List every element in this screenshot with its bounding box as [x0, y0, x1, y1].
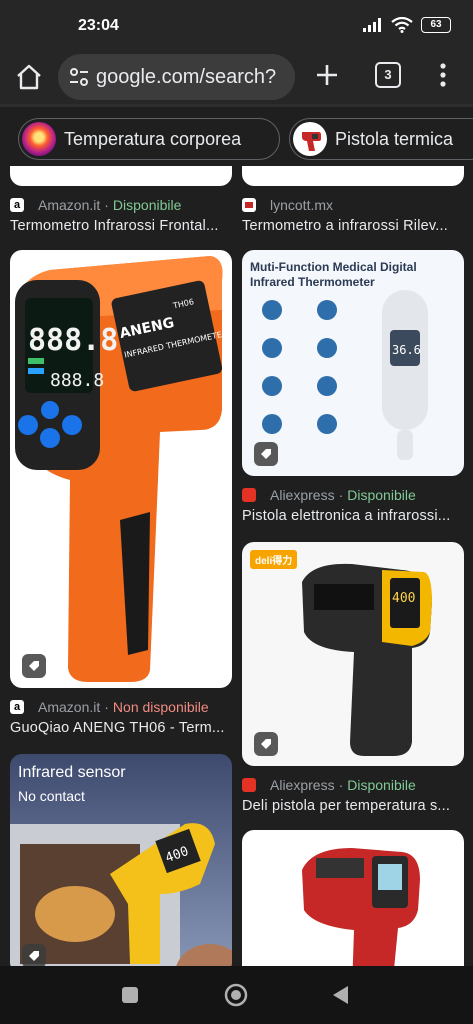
- result-image-2[interactable]: [242, 166, 464, 186]
- toolbar-divider: [0, 104, 473, 107]
- medical-display-value: 36.6: [392, 343, 421, 357]
- chip-temperatura-corporea[interactable]: Temperatura corporea: [18, 118, 280, 160]
- thermal-image-thumbnail: [22, 122, 56, 156]
- more-menu-icon[interactable]: [436, 60, 450, 90]
- back-icon[interactable]: [330, 984, 350, 1006]
- wifi-icon: [391, 17, 413, 33]
- tab-switcher-button[interactable]: 3: [375, 62, 401, 88]
- aneng-display-main: 888.8: [28, 323, 118, 358]
- shopping-tag-icon: [22, 944, 46, 966]
- result-source: lyncott.mx: [242, 196, 333, 214]
- shopping-tag-icon: [22, 654, 46, 678]
- aneng-display-secondary: 888.8: [50, 370, 104, 391]
- signal-icon: [363, 18, 381, 32]
- result-source: a Amazon.it · Non disponibile: [10, 698, 209, 716]
- infrared-sensor-caption: Infrared sensor: [18, 764, 126, 781]
- related-search-chips: Temperatura corporea Pistola termica: [0, 112, 473, 166]
- amazon-favicon: a: [10, 700, 24, 714]
- no-contact-caption: No contact: [18, 788, 85, 804]
- thermometer-gun-thumbnail: [293, 122, 327, 156]
- recents-icon[interactable]: [121, 986, 139, 1004]
- lyncott-favicon: [242, 198, 256, 212]
- result-image-aneng-thermometer[interactable]: 888.8 888.8 ANENG TH06 INFRARED THERMOME…: [10, 250, 232, 688]
- result-source: Aliexpress · Disponibile: [242, 776, 416, 794]
- medical-infographic-title-2: Infrared Thermometer: [250, 275, 375, 289]
- amazon-favicon: a: [10, 198, 24, 212]
- shopping-tag-icon: [254, 732, 278, 756]
- url-bar[interactable]: google.com/search?: [58, 54, 295, 100]
- result-image-1[interactable]: [10, 166, 232, 186]
- aliexpress-favicon: [242, 488, 256, 502]
- result-title[interactable]: Termometro a infrarossi Rilev...: [242, 218, 464, 234]
- home-icon[interactable]: [14, 62, 44, 92]
- home-nav-icon[interactable]: [224, 983, 248, 1007]
- system-navigation-bar: [0, 966, 473, 1024]
- red-thermometer-illustration: [302, 848, 420, 966]
- result-image-deli-thermometer[interactable]: deli得力 400: [242, 542, 464, 766]
- microwave-illustration: 400: [10, 823, 232, 966]
- result-title[interactable]: Termometro Infrarossi Frontal...: [10, 218, 232, 234]
- result-title[interactable]: Pistola elettronica a infrarossi...: [242, 508, 464, 524]
- result-title[interactable]: Deli pistola per temperatura s...: [242, 798, 464, 814]
- medical-infographic-title-1: Muti-Function Medical Digital: [250, 260, 417, 274]
- shopping-tag-icon: [254, 442, 278, 466]
- url-text[interactable]: google.com/search?: [96, 66, 291, 89]
- battery-icon: 63: [421, 17, 451, 33]
- new-tab-icon[interactable]: [312, 60, 342, 90]
- result-source: Aliexpress · Disponibile: [242, 486, 416, 504]
- result-image-red-thermometer[interactable]: [242, 830, 464, 966]
- chip-pistola-termica[interactable]: Pistola termica: [289, 118, 473, 160]
- browser-toolbar: google.com/search? 3: [0, 50, 473, 104]
- aliexpress-favicon: [242, 778, 256, 792]
- status-icons: 63: [363, 17, 451, 33]
- result-source: a Amazon.it · Disponibile: [10, 196, 181, 214]
- result-title[interactable]: GuoQiao ANENG TH06 - Term...: [10, 720, 232, 736]
- status-bar: 23:04 63: [0, 0, 473, 50]
- result-image-medical-thermometer[interactable]: Muti-Function Medical Digital Infrared T…: [242, 250, 464, 476]
- clock: 23:04: [78, 17, 119, 34]
- image-results-grid: a Amazon.it · Disponibile Termometro Inf…: [0, 166, 473, 966]
- site-settings-icon[interactable]: [68, 66, 90, 88]
- deli-display-value: 400: [392, 591, 415, 606]
- result-image-infrared-sensor[interactable]: Infrared sensor No contact 400: [10, 754, 232, 966]
- aneng-thermometer-illustration: 888.8 888.8 ANENG TH06 INFRARED THERMOME…: [15, 256, 229, 682]
